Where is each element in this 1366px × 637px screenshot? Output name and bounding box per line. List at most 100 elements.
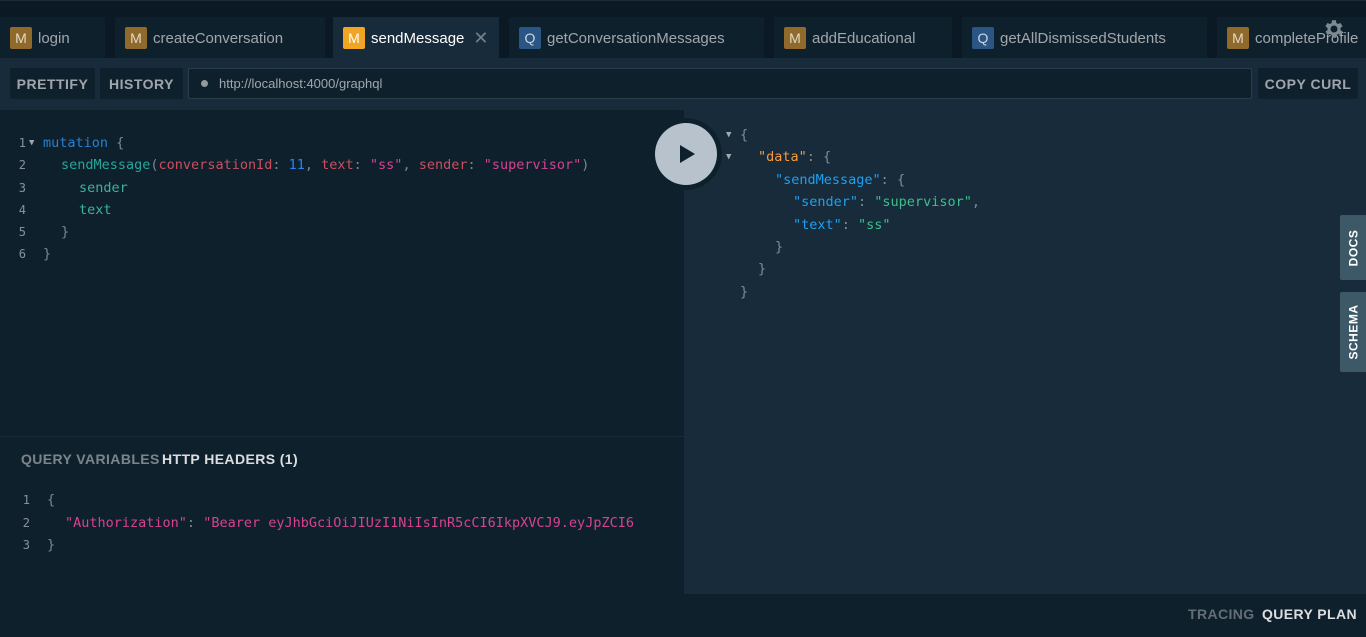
punctuation: {	[740, 127, 749, 143]
gear-icon[interactable]	[1322, 17, 1346, 41]
schema-tab[interactable]: SCHEMA	[1340, 292, 1366, 372]
endpoint-url-input[interactable]: http://localhost:4000/graphql	[188, 68, 1252, 99]
line-number: 2	[22, 516, 30, 530]
json-value: "supervisor"	[874, 194, 972, 210]
punctuation: {	[47, 492, 56, 508]
line-number: 4	[18, 203, 26, 217]
footer-bar: TRACING QUERY PLAN	[0, 594, 1366, 637]
json-key: "sender"	[793, 194, 859, 210]
tab-label: login	[38, 29, 70, 47]
punctuation: :	[880, 172, 897, 188]
punctuation: :	[272, 157, 289, 173]
argument-name: conversationId	[158, 157, 273, 173]
header-value: "Bearer eyJhbGciOiJIUzI1NiIsInR5cCI6IkpX…	[203, 515, 634, 531]
tab-createConversation[interactable]: M createConversation	[115, 17, 325, 58]
code-line: }	[61, 224, 70, 240]
line-number: 3	[18, 181, 26, 195]
line-number: 3	[22, 538, 30, 552]
punctuation: }	[775, 239, 784, 255]
tab-login[interactable]: M login	[0, 17, 105, 58]
mutation-badge: M	[10, 27, 32, 49]
punctuation: :	[186, 515, 204, 531]
punctuation: {	[823, 149, 832, 165]
punctuation: )	[581, 157, 590, 173]
punctuation: ,	[971, 194, 980, 210]
keyword: mutation	[43, 135, 109, 151]
code-line: text	[79, 202, 112, 218]
history-button[interactable]: HISTORY	[100, 68, 183, 99]
tab-addEducational[interactable]: M addEducational	[774, 17, 952, 58]
json-value: "ss"	[858, 217, 891, 233]
code-line: sendMessage(conversationId: 11, text: "s…	[61, 157, 589, 173]
prettify-button[interactable]: PRETTIFY	[10, 68, 95, 99]
query-editor[interactable]: 1 ▼ mutation { 2 sendMessage(conversatio…	[0, 110, 684, 436]
result-panel: ▼ { ▼ "data": { "sendMessage": { "sender…	[684, 110, 1366, 594]
punctuation: }	[758, 261, 767, 277]
punctuation: :	[806, 149, 824, 165]
header-line: "Authorization": "Bearer eyJhbGciOiJIUzI…	[65, 515, 634, 531]
fold-arrow-icon[interactable]: ▼	[726, 152, 731, 162]
tab-getConversationMessages[interactable]: Q getConversationMessages	[509, 17, 764, 58]
punctuation: :	[841, 217, 859, 233]
header-key: "Authorization"	[65, 515, 187, 531]
mutation-badge: M	[1227, 27, 1249, 49]
query-plan-tab[interactable]: QUERY PLAN	[1262, 606, 1357, 622]
punctuation: {	[896, 172, 906, 188]
argument-name: sender	[418, 157, 468, 173]
tab-label: getAllDismissedStudents	[1000, 29, 1166, 47]
argument-value: 11	[288, 157, 305, 173]
close-icon[interactable]: ✕	[473, 28, 488, 49]
tracing-tab[interactable]: TRACING	[1188, 606, 1255, 622]
tab-label: getConversationMessages	[547, 29, 725, 47]
code-line: sender	[79, 180, 128, 196]
status-dot-icon	[201, 80, 208, 87]
line-number: 5	[18, 225, 26, 239]
docs-tab-label: DOCS	[1346, 229, 1361, 266]
punctuation: (	[150, 157, 159, 173]
line-number: 2	[18, 158, 26, 172]
headers-editor[interactable]: 1 { 2 "Authorization": "Bearer eyJhbGciO…	[0, 489, 684, 579]
tab-http-headers[interactable]: HTTP HEADERS (1)	[162, 451, 298, 467]
line-number: 1	[22, 493, 30, 507]
docs-tab[interactable]: DOCS	[1340, 215, 1366, 280]
punctuation: }	[47, 537, 56, 553]
tab-label: sendMessage	[371, 29, 465, 47]
play-icon	[680, 145, 695, 163]
tab-query-variables[interactable]: QUERY VARIABLES	[21, 451, 160, 467]
run-button[interactable]	[650, 118, 722, 190]
json-key: "text"	[793, 217, 842, 233]
tab-label: createConversation	[153, 29, 284, 47]
tab-bar: M login M createConversation M sendMessa…	[0, 0, 1366, 58]
fold-arrow-icon[interactable]: ▼	[29, 138, 34, 148]
code-line: }	[43, 246, 52, 262]
punctuation: :	[858, 194, 875, 210]
punctuation: {	[108, 135, 125, 151]
tab-getAllDismissedStudents[interactable]: Q getAllDismissedStudents	[962, 17, 1207, 58]
argument-value: "ss"	[369, 157, 403, 173]
toolbar: PRETTIFY HISTORY http://localhost:4000/g…	[0, 58, 1366, 110]
endpoint-url-text: http://localhost:4000/graphql	[219, 76, 383, 91]
copy-curl-button[interactable]: COPY CURL	[1258, 68, 1358, 99]
argument-value: "supervisor"	[483, 157, 582, 173]
query-badge: Q	[972, 27, 994, 49]
line-number: 1	[18, 136, 26, 150]
json-key: "data"	[758, 149, 807, 165]
punctuation: :	[353, 157, 370, 173]
line-number: 6	[18, 247, 26, 261]
mutation-badge: M	[784, 27, 806, 49]
result-line: "sender": "supervisor",	[793, 194, 980, 210]
run-button-face[interactable]	[655, 123, 717, 185]
fold-arrow-icon[interactable]: ▼	[726, 130, 731, 140]
schema-tab-label: SCHEMA	[1346, 304, 1361, 360]
result-line: "text": "ss"	[793, 217, 891, 233]
punctuation: ,	[402, 157, 419, 173]
result-line: "sendMessage": {	[775, 172, 905, 188]
query-badge: Q	[519, 27, 541, 49]
result-line: "data": {	[758, 149, 831, 165]
json-key: "sendMessage"	[775, 172, 881, 188]
argument-name: text	[321, 157, 354, 173]
variables-panel: QUERY VARIABLES HTTP HEADERS (1) 1 { 2 "…	[0, 436, 684, 594]
tab-sendMessage[interactable]: M sendMessage ✕	[333, 17, 499, 58]
code-line: mutation {	[43, 135, 124, 151]
tab-label: addEducational	[812, 29, 916, 47]
